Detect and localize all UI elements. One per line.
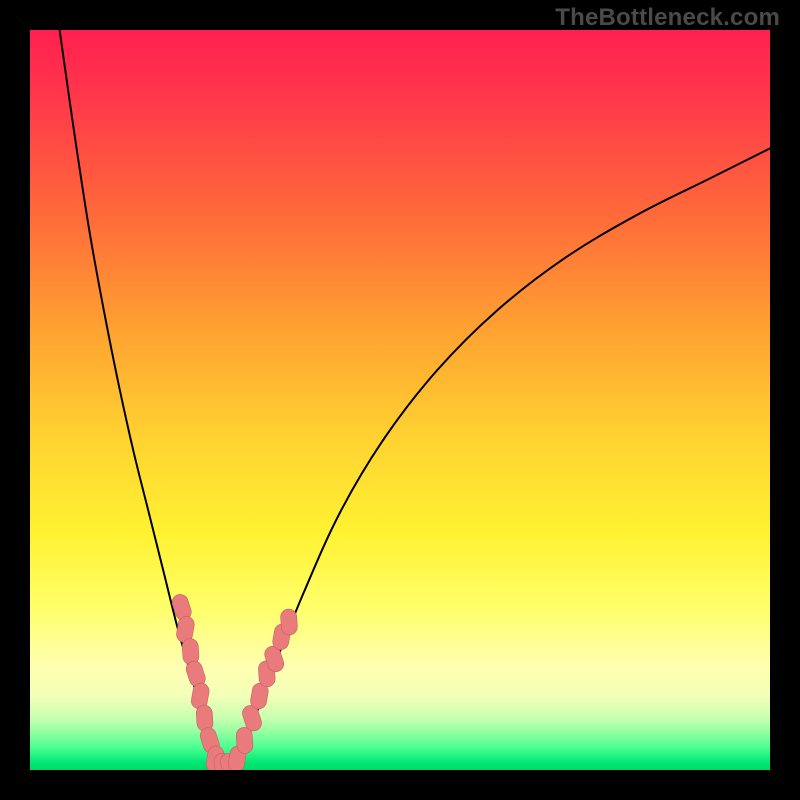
chart-frame: TheBottleneck.com: [0, 0, 800, 800]
marker-layer: [170, 592, 298, 770]
plot-area: [30, 30, 770, 770]
chart-svg: [30, 30, 770, 770]
curve-right-branch: [237, 148, 770, 770]
data-marker: [182, 638, 200, 665]
curve-layer: [60, 30, 770, 770]
data-marker: [236, 727, 254, 754]
data-marker: [280, 608, 298, 635]
watermark-text: TheBottleneck.com: [555, 4, 780, 32]
data-marker: [196, 705, 214, 732]
